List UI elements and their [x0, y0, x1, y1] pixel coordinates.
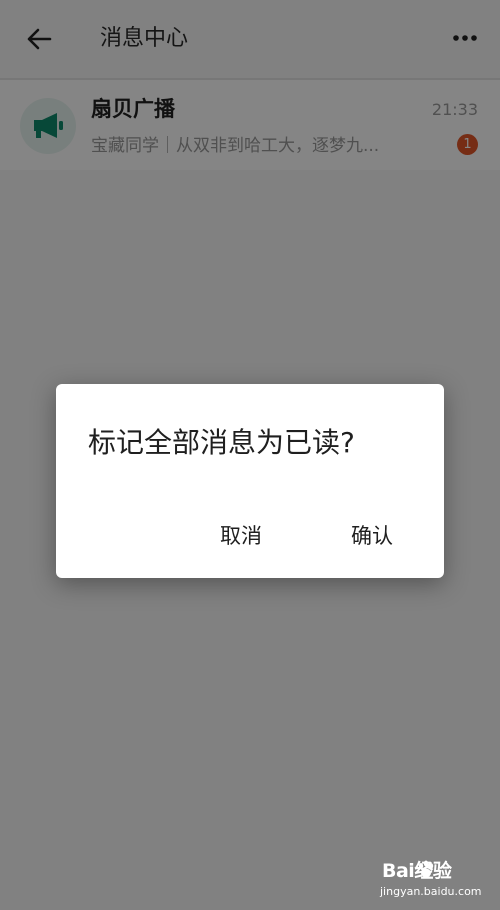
dialog-title: 标记全部消息为已读? — [88, 426, 355, 459]
paw-icon — [418, 860, 434, 878]
watermark-url: jingyan.baidu.com — [380, 885, 482, 898]
baidu-jingyan-watermark: Bai经验 jingyan.baidu.com — [378, 856, 488, 902]
confirm-button[interactable]: 确认 — [339, 514, 405, 558]
mark-all-read-dialog: 标记全部消息为已读? 取消 确认 — [56, 384, 444, 578]
cancel-button[interactable]: 取消 — [208, 514, 274, 558]
